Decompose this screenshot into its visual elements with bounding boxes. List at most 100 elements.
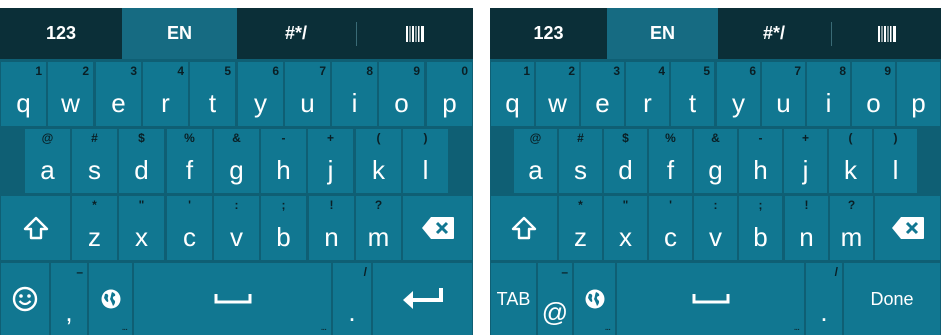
shift-key[interactable] bbox=[491, 196, 557, 260]
key-v[interactable]: :v bbox=[214, 196, 259, 260]
key-label: v bbox=[709, 222, 722, 252]
backspace-key[interactable] bbox=[403, 196, 472, 260]
key-z[interactable]: * z bbox=[72, 196, 117, 260]
key-b[interactable]: ; b bbox=[739, 196, 782, 260]
key-y[interactable]: 6y bbox=[717, 62, 760, 126]
key-i[interactable]: 8i bbox=[807, 62, 850, 126]
key-a[interactable]: @ a bbox=[25, 129, 70, 193]
key-e[interactable]: 3e bbox=[96, 62, 141, 126]
key-t[interactable]: 5t bbox=[671, 62, 714, 126]
language-key[interactable]: ... bbox=[89, 263, 132, 335]
key-x[interactable]: " x bbox=[604, 196, 647, 260]
key-hint: # bbox=[91, 131, 98, 145]
period-key[interactable]: /. bbox=[333, 263, 371, 335]
key-d[interactable]: $ d bbox=[119, 129, 164, 193]
key-c[interactable]: ' c bbox=[649, 196, 692, 260]
key-n[interactable]: ! n bbox=[785, 196, 828, 260]
at-key[interactable]: – @ bbox=[538, 263, 572, 335]
key-l[interactable]: ) l bbox=[874, 129, 917, 193]
key-d[interactable]: $ d bbox=[604, 129, 647, 193]
key-hint: 9 bbox=[884, 64, 891, 78]
key-k[interactable]: (k bbox=[829, 129, 872, 193]
key-o[interactable]: 9o bbox=[852, 62, 895, 126]
key-label: n bbox=[324, 222, 339, 252]
done-key[interactable]: Done bbox=[844, 263, 940, 335]
tab-english[interactable]: EN bbox=[122, 8, 237, 59]
keyboard-mode-bar: 123 EN #*/ bbox=[490, 8, 941, 59]
key-hint: 7 bbox=[794, 64, 801, 78]
backspace-key[interactable] bbox=[875, 196, 940, 260]
key-hint: ) bbox=[893, 131, 898, 145]
key-hint: 1 bbox=[523, 64, 530, 78]
key-s[interactable]: # s bbox=[559, 129, 602, 193]
key-l[interactable]: ) l bbox=[403, 129, 448, 193]
key-e[interactable]: 3e bbox=[581, 62, 624, 126]
tab-numeric[interactable]: 123 bbox=[0, 8, 122, 59]
key-f[interactable]: % f bbox=[167, 129, 212, 193]
key-label: l bbox=[422, 155, 429, 185]
tab-english[interactable]: EN bbox=[607, 8, 718, 59]
keyboard-right: 123 EN #*/ 1 q 2 w 3 e 4 r 5 t 6 y 7 u 8 i 9 o p @ a # s $ d% f & g… bbox=[490, 8, 941, 335]
key-w[interactable]: 2w bbox=[536, 62, 579, 126]
key-c[interactable]: ' c bbox=[167, 196, 212, 260]
key-hint: @ bbox=[41, 131, 54, 145]
key-g[interactable]: & g bbox=[214, 129, 259, 193]
key-o[interactable]: 9o bbox=[379, 62, 424, 126]
key-more-indicator: ... bbox=[793, 322, 800, 333]
language-key[interactable]: ... bbox=[574, 263, 615, 335]
comma-key[interactable]: –, bbox=[51, 263, 87, 335]
key-label: c bbox=[183, 222, 196, 252]
key-q[interactable]: 1q bbox=[491, 62, 534, 126]
tab-key[interactable]: TAB bbox=[491, 263, 536, 335]
emoji-key[interactable] bbox=[1, 263, 49, 335]
key-u[interactable]: 7u bbox=[762, 62, 805, 126]
key-q[interactable]: 1q bbox=[1, 62, 46, 126]
key-hint: ! bbox=[329, 198, 334, 212]
space-key[interactable]: ... bbox=[617, 263, 804, 335]
key-g[interactable]: & g bbox=[694, 129, 737, 193]
key-hint: 2 bbox=[568, 64, 575, 78]
key-k[interactable]: (k bbox=[356, 129, 401, 193]
key-x[interactable]: " x bbox=[119, 196, 164, 260]
key-t[interactable]: 5t bbox=[190, 62, 235, 126]
key-b[interactable]: ; b bbox=[261, 196, 306, 260]
tab-numeric[interactable]: 123 bbox=[490, 8, 607, 59]
tab-barcode[interactable] bbox=[357, 8, 473, 59]
tab-barcode[interactable] bbox=[832, 8, 941, 59]
enter-key[interactable] bbox=[373, 263, 472, 335]
key-p[interactable]: 0p bbox=[427, 62, 472, 126]
key-label: q bbox=[505, 88, 520, 118]
key-hint: " bbox=[622, 198, 629, 212]
key-hint: + bbox=[326, 131, 335, 145]
key-h[interactable]: -h bbox=[739, 129, 782, 193]
key-h[interactable]: -h bbox=[261, 129, 306, 193]
key-m[interactable]: ? m bbox=[356, 196, 401, 260]
key-j[interactable]: + j bbox=[308, 129, 353, 193]
key-w[interactable]: 2w bbox=[48, 62, 93, 126]
period-key[interactable]: /. bbox=[806, 263, 842, 335]
tab-symbols[interactable]: #*/ bbox=[718, 8, 830, 59]
key-label: d bbox=[134, 155, 149, 185]
key-v[interactable]: :v bbox=[694, 196, 737, 260]
space-key[interactable]: ... bbox=[134, 263, 331, 335]
key-label: x bbox=[135, 222, 148, 252]
key-more-indicator: ... bbox=[604, 322, 611, 333]
key-p[interactable]: p bbox=[897, 62, 940, 126]
key-j[interactable]: + j bbox=[784, 129, 827, 193]
key-hint: 2 bbox=[82, 64, 89, 78]
tab-symbols[interactable]: #*/ bbox=[237, 8, 355, 59]
key-label: k bbox=[844, 155, 857, 185]
key-f[interactable]: % f bbox=[649, 129, 692, 193]
shift-key[interactable] bbox=[1, 196, 70, 260]
key-a[interactable]: @ a bbox=[514, 129, 557, 193]
key-i[interactable]: 8i bbox=[332, 62, 377, 126]
key-m[interactable]: ? m bbox=[830, 196, 873, 260]
key-r[interactable]: 4r bbox=[626, 62, 669, 126]
key-u[interactable]: 7u bbox=[285, 62, 330, 126]
key-z[interactable]: * z bbox=[559, 196, 602, 260]
key-n[interactable]: ! n bbox=[309, 196, 354, 260]
key-r[interactable]: 4r bbox=[143, 62, 188, 126]
key-y[interactable]: 6y bbox=[238, 62, 283, 126]
key-hint: ( bbox=[848, 131, 853, 145]
key-s[interactable]: # s bbox=[72, 129, 117, 193]
